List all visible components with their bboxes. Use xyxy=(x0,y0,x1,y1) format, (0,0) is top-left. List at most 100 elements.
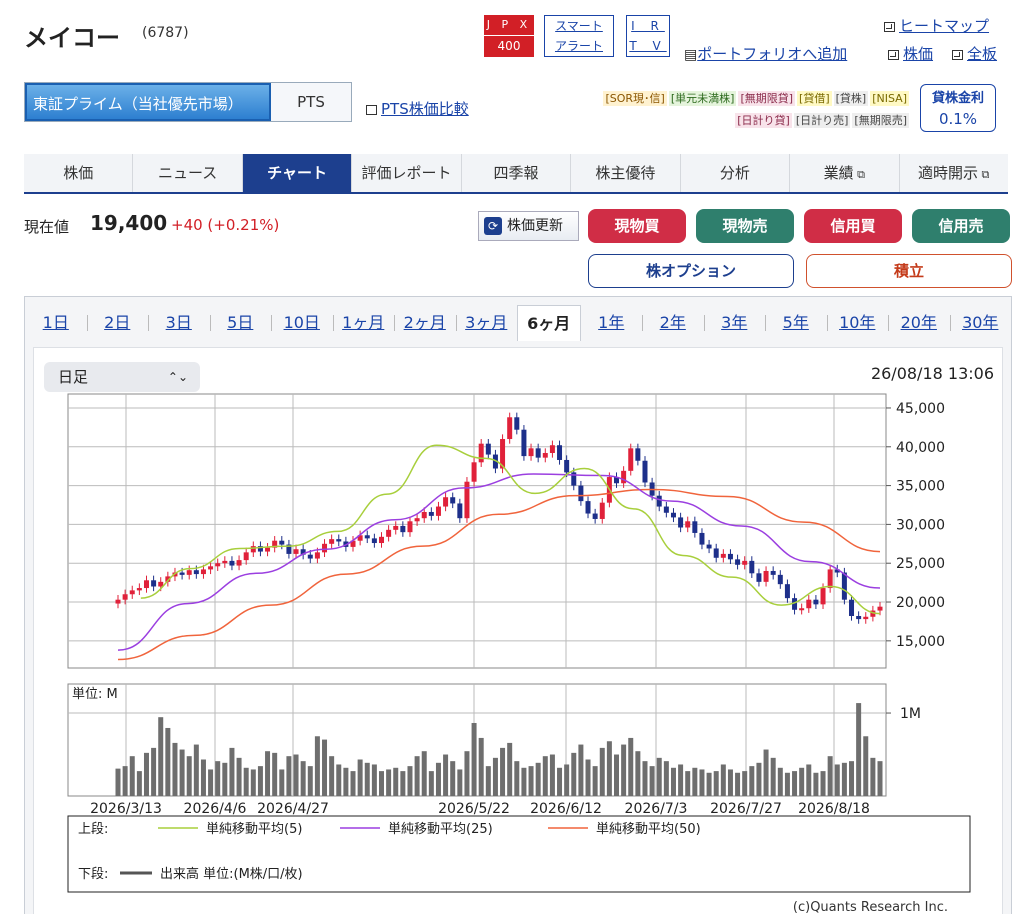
volume-bar xyxy=(186,756,192,796)
period-3y[interactable]: 3年 xyxy=(703,305,766,341)
jpx400-badge[interactable]: J P X 400 xyxy=(484,15,534,57)
volume-bar xyxy=(599,747,605,796)
candle-body xyxy=(692,521,698,533)
portfolio-icon: ▤ xyxy=(684,47,698,63)
candle-body xyxy=(329,539,335,544)
smart-alert-button[interactable]: スマート アラート xyxy=(544,15,614,57)
board-link-wrap[interactable]: 全板 xyxy=(952,43,997,64)
tab-analysis[interactable]: 分析 xyxy=(681,154,791,192)
volume-bar xyxy=(293,754,299,796)
candle-body xyxy=(200,569,206,575)
period-1m[interactable]: 1ヶ月 xyxy=(332,305,395,341)
candle-body xyxy=(564,459,570,473)
volume-bar xyxy=(208,769,214,796)
volume-bar xyxy=(578,744,584,796)
period-2y[interactable]: 2年 xyxy=(642,305,704,341)
external-window-icon xyxy=(366,104,377,115)
tab-chart[interactable]: チャート xyxy=(242,154,353,192)
portfolio-add-link[interactable]: ポートフォリオへ追加 xyxy=(697,45,847,63)
volume-bar xyxy=(614,754,620,796)
volume-bar xyxy=(834,764,840,796)
tab-benefits[interactable]: 株主優待 xyxy=(571,154,681,192)
portfolio-link-wrap[interactable]: ▤ポートフォリオへ追加 xyxy=(684,43,847,64)
volume-bar xyxy=(343,767,349,796)
price-link-wrap[interactable]: 株価 xyxy=(888,43,933,64)
candle-body xyxy=(471,462,477,482)
tab-report[interactable]: 評価レポート xyxy=(352,154,462,192)
volume-bar xyxy=(621,744,627,796)
candle-body xyxy=(243,552,249,561)
period-1d[interactable]: 1日 xyxy=(25,305,87,341)
date-tick-label: 2026/8/18 xyxy=(798,801,870,817)
candle-body xyxy=(222,560,228,564)
legend-volume-label: 出来高 単位:(M株/口/枚) xyxy=(160,866,303,882)
volume-bar xyxy=(813,772,819,796)
tab-shikiho[interactable]: 四季報 xyxy=(462,154,572,192)
volume-bar xyxy=(314,736,320,796)
volume-bar xyxy=(528,766,534,796)
heatmap-link-wrap[interactable]: ヒートマップ xyxy=(884,15,989,36)
margin-sell-button[interactable]: 信用売 xyxy=(912,209,1010,243)
period-10y[interactable]: 10年 xyxy=(826,305,889,341)
price-panel-frame xyxy=(67,393,887,669)
tab-disclosure[interactable]: 適時開示 xyxy=(900,154,1008,192)
candle-body xyxy=(336,539,342,542)
period-2m[interactable]: 2ヶ月 xyxy=(394,305,456,341)
candle-body xyxy=(849,599,855,616)
volume-bar xyxy=(877,761,883,796)
stock-option-button[interactable]: 株オプション xyxy=(588,254,794,288)
external-window-icon xyxy=(888,49,899,60)
candle-body xyxy=(863,616,869,620)
candle-body xyxy=(535,448,541,458)
volume-bar xyxy=(115,768,121,796)
full-board-link[interactable]: 全板 xyxy=(967,45,997,63)
period-10d[interactable]: 10日 xyxy=(271,305,333,341)
tab-price[interactable]: 株価 xyxy=(24,154,134,192)
volume-bar xyxy=(136,771,142,796)
ir-tv-button[interactable]: I R T V xyxy=(626,15,670,57)
volume-bar xyxy=(535,762,541,796)
accumulate-button[interactable]: 積立 xyxy=(806,254,1012,288)
cash-sell-button[interactable]: 現物売 xyxy=(696,209,794,243)
market-tab-pts[interactable]: PTS xyxy=(271,83,351,121)
pts-compare-link-wrap[interactable]: PTS株価比較 xyxy=(366,98,469,119)
tag-unlimited-lend: [無期限貸] xyxy=(738,91,796,106)
period-1y[interactable]: 1年 xyxy=(581,305,643,341)
period-30y[interactable]: 30年 xyxy=(949,305,1012,341)
candle-body xyxy=(742,560,748,565)
period-3m[interactable]: 3ヶ月 xyxy=(455,305,518,341)
lending-rate-button[interactable]: 貸株金利 0.1% xyxy=(920,84,996,132)
volume-bar xyxy=(158,717,164,796)
volume-bar xyxy=(870,757,876,796)
volume-bar xyxy=(763,749,769,796)
candle-body xyxy=(507,417,513,440)
legend-lower-label: 下段: xyxy=(78,867,108,882)
candle-body xyxy=(542,452,548,458)
candle-body xyxy=(813,599,819,605)
period-2d[interactable]: 2日 xyxy=(86,305,149,341)
heatmap-link[interactable]: ヒートマップ xyxy=(899,17,989,35)
candle-body xyxy=(115,599,121,604)
tab-news[interactable]: ニュース xyxy=(133,154,243,192)
period-20y[interactable]: 20年 xyxy=(888,305,950,341)
period-6m[interactable]: 6ヶ月 xyxy=(517,305,581,341)
candle-body xyxy=(827,569,833,589)
pts-compare-link[interactable]: PTS株価比較 xyxy=(381,100,469,118)
candle-body xyxy=(549,445,555,453)
volume-bar xyxy=(464,751,470,796)
cash-buy-button[interactable]: 現物買 xyxy=(588,209,686,243)
price-link[interactable]: 株価 xyxy=(903,45,933,63)
volume-bar xyxy=(514,761,520,796)
period-3d[interactable]: 3日 xyxy=(148,305,210,341)
market-tab-tse-prime[interactable]: 東証プライム（当社優先市場） xyxy=(25,83,271,121)
volume-bar xyxy=(628,737,634,796)
refresh-price-button[interactable]: ⟳ 株価更新 xyxy=(478,211,579,241)
tab-earnings[interactable]: 業績 xyxy=(790,154,900,192)
tag-margin-lending: [貸借] xyxy=(797,91,832,106)
candle-body xyxy=(592,513,598,519)
volume-bar xyxy=(407,766,413,796)
volume-bar xyxy=(179,749,185,796)
period-5d[interactable]: 5日 xyxy=(209,305,272,341)
margin-buy-button[interactable]: 信用買 xyxy=(804,209,902,243)
period-5y[interactable]: 5年 xyxy=(765,305,827,341)
